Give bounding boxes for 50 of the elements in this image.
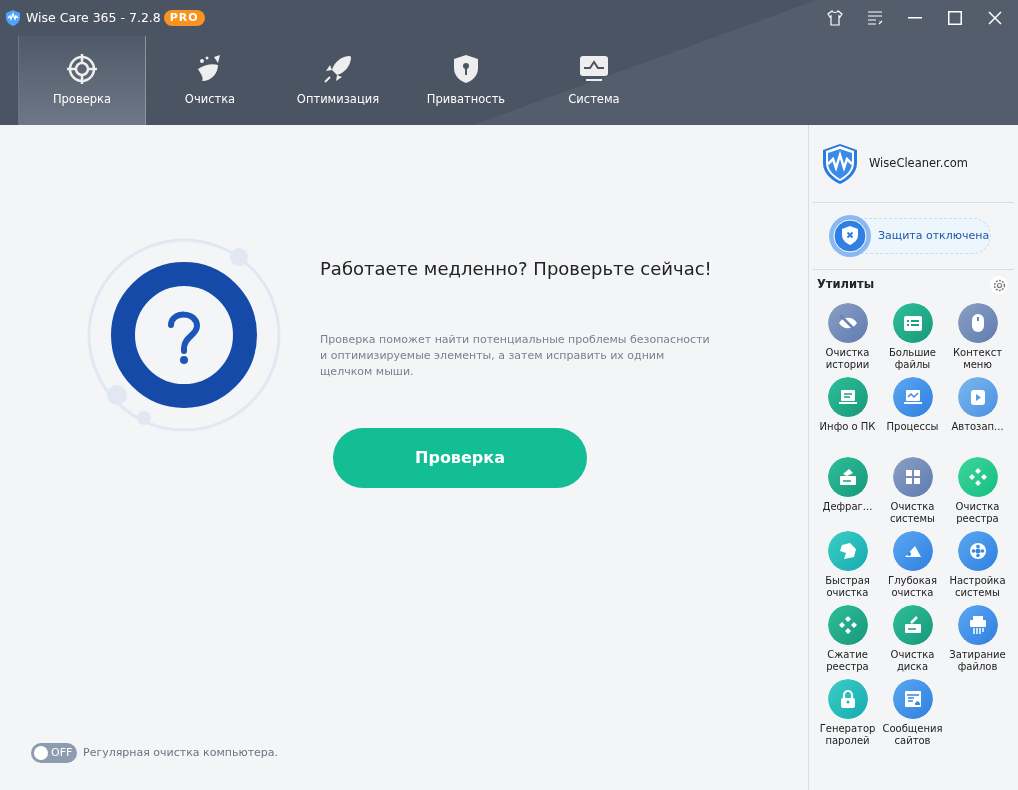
padlock-icon	[827, 679, 868, 719]
list-icon	[892, 303, 933, 343]
utility-tool[interactable]: Очистка реестра	[945, 457, 1010, 525]
protection-status[interactable]: Защита отключена	[831, 218, 991, 254]
utility-tool[interactable]: Очистка системы	[880, 457, 945, 525]
shield-logo-icon	[6, 10, 20, 26]
description-text: Проверка поможет найти потенциальные проблемы безопасности и оптимизируемые элементы, а затем исправить их одним щелчком мыши.	[320, 332, 711, 380]
site-link[interactable]: WiseCleaner.com	[869, 154, 968, 173]
headline: Работаете медленно? Проверьте сейчас!	[320, 257, 713, 281]
disk-icon	[892, 605, 933, 645]
utility-tool[interactable]: Очистка истории	[815, 303, 880, 371]
target-icon	[66, 52, 98, 85]
browser-bell-icon	[892, 679, 933, 719]
settings-icon[interactable]	[990, 276, 1008, 294]
mouse-icon	[957, 303, 998, 343]
laptop-chart-icon	[892, 377, 933, 417]
utility-tool[interactable]: Глубокая очистка	[880, 531, 945, 599]
utility-tool[interactable]: Дефраг...	[815, 457, 880, 525]
utility-tool[interactable]: Большие файлы	[880, 303, 945, 371]
disk-icon	[827, 457, 868, 497]
window-title: Wise Care 365 - 7.2.8	[26, 8, 161, 27]
nav-tab[interactable]: Очистка	[146, 36, 274, 125]
shield-logo-icon	[823, 143, 857, 184]
utility-tool[interactable]: Быстрая очистка	[815, 531, 880, 599]
utility-tool[interactable]: Контекст меню	[945, 303, 1010, 371]
schedule-label: Регулярная очистка компьютера.	[83, 744, 279, 761]
utility-tool[interactable]: Затирание файлов	[945, 605, 1010, 673]
utility-tool[interactable]: Сжатие реестра	[815, 605, 880, 673]
utility-tool[interactable]: Сообщения сайтов	[880, 679, 945, 747]
nav-tab[interactable]: Приватность	[402, 36, 530, 125]
utility-tool[interactable]: Процессы	[880, 377, 945, 433]
play-icon	[957, 377, 998, 417]
nav-tab[interactable]: Система	[530, 36, 658, 125]
shield-x-icon	[828, 214, 872, 258]
utility-tool[interactable]: Инфо о ПК	[815, 377, 880, 433]
flower-icon	[957, 531, 998, 571]
laptop-icon	[827, 377, 868, 417]
nav-tab[interactable]: Проверка	[18, 36, 146, 125]
utility-tool[interactable]: Автозап...	[945, 377, 1010, 433]
nav-tab[interactable]: Оптимизация	[274, 36, 402, 125]
shredder-icon	[957, 605, 998, 645]
utility-tool[interactable]: Очистка диска	[880, 605, 945, 673]
diamonds-icon	[957, 457, 998, 497]
utility-tool[interactable]: Настройка системы	[945, 531, 1010, 599]
crossed-eye-icon	[827, 303, 868, 343]
windows-icon	[892, 457, 933, 497]
utilities-heading: Утилиты	[817, 276, 875, 294]
pro-badge: PRO	[163, 9, 205, 27]
diamonds-icon	[827, 605, 868, 645]
utility-tool[interactable]: Генератор паролей	[815, 679, 880, 747]
